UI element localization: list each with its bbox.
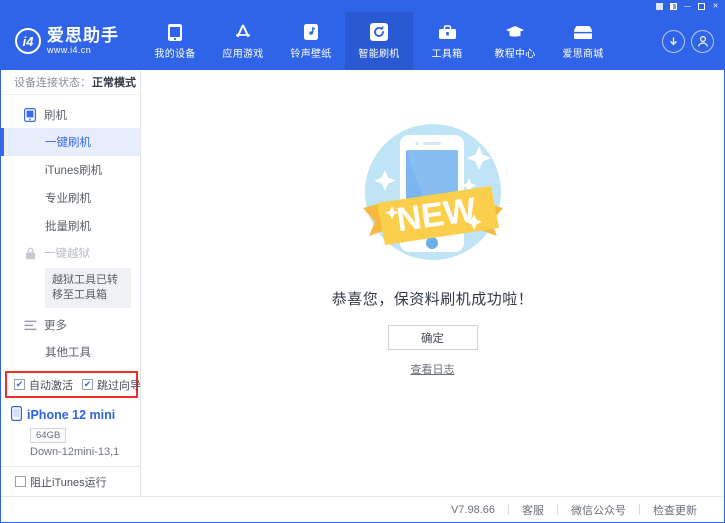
music-icon [301, 22, 321, 42]
sidebar-item-label: iTunes刷机 [45, 162, 102, 178]
nav-label: 工具箱 [432, 45, 463, 60]
user-icon[interactable] [691, 30, 714, 53]
main-content: NEW 恭喜您，保资料刷机成功啦！ 确定 查看日志 [141, 70, 724, 496]
option-label: 自动激活 [29, 377, 73, 393]
logo-url: www.i4.cn [47, 45, 119, 56]
phone-icon [165, 22, 185, 42]
jailbreak-tooltip: 越狱工具已转移至工具箱 [45, 268, 131, 308]
version-label: V7.98.66 [438, 504, 508, 516]
nav-item-apps-games[interactable]: 应用游戏 [209, 12, 277, 70]
nav-item-my-device[interactable]: 我的设备 [141, 12, 209, 70]
phone-icon [11, 406, 22, 424]
sidebar-item-download-firmware[interactable]: 下载固件 [1, 366, 140, 371]
title-bar: — ✕ [1, 1, 724, 12]
checkbox-skip-wizard[interactable]: ✔ [82, 379, 93, 390]
option-skip-wizard[interactable]: ✔ 跳过向导 [82, 377, 141, 393]
app-header: i4 爱思助手 www.i4.cn 我的设备 应用游戏 [1, 12, 724, 70]
logo-text: 爱思助手 www.i4.cn [47, 27, 119, 56]
sidebar-item-label: 批量刷机 [45, 218, 91, 234]
view-log-link[interactable]: 查看日志 [411, 361, 455, 377]
sidebar-item-label: 专业刷机 [45, 190, 91, 206]
appstore-icon [233, 22, 253, 42]
header-actions [662, 12, 724, 70]
connected-device-card[interactable]: iPhone 12 mini 64GB Down-12mini-13,1 [1, 400, 140, 467]
option-label: 跳过向导 [97, 377, 141, 393]
sidebar-item-pro-flash[interactable]: 专业刷机 [1, 184, 140, 212]
check-update-link[interactable]: 检查更新 [640, 502, 710, 518]
lock-icon [23, 246, 37, 260]
checkbox-block-itunes[interactable] [15, 476, 26, 487]
sidebar: 设备连接状态：正常模式 刷机 一键刷机 iTunes刷机 专业刷机 [1, 70, 141, 496]
minimize-icon[interactable]: — [683, 3, 692, 11]
sidebar-group-more[interactable]: 更多 [1, 312, 140, 338]
sidebar-item-itunes-flash[interactable]: iTunes刷机 [1, 156, 140, 184]
refresh-icon [369, 22, 389, 42]
download-icon[interactable] [662, 30, 685, 53]
new-phone-badge-illustration: NEW [343, 102, 523, 282]
layout-icon[interactable] [669, 3, 678, 11]
app-logo[interactable]: i4 爱思助手 www.i4.cn [1, 12, 141, 70]
connection-status-value: 正常模式 [92, 74, 136, 90]
wechat-link[interactable]: 微信公众号 [558, 502, 639, 518]
status-bar: V7.98.66 客服 微信公众号 检查更新 [1, 496, 724, 522]
nav-label: 爱思商城 [562, 45, 603, 60]
option-auto-activate[interactable]: ✔ 自动激活 [14, 377, 73, 393]
device-title: iPhone 12 mini [11, 406, 140, 424]
sidebar-group-flash[interactable]: 刷机 [1, 102, 140, 128]
nav-item-smart-flash[interactable]: 智能刷机 [345, 12, 413, 70]
connection-status: 设备连接状态：正常模式 [1, 70, 140, 95]
option-block-itunes[interactable]: 阻止iTunes运行 [15, 474, 107, 490]
nav-item-store[interactable]: 爱思商城 [549, 12, 617, 70]
window-controls: — ✕ [655, 3, 720, 11]
nav-item-toolbox[interactable]: 工具箱 [413, 12, 481, 70]
sidebar-item-other-tools[interactable]: 其他工具 [1, 338, 140, 366]
sidebar-scroll: 刷机 一键刷机 iTunes刷机 专业刷机 批量刷机 [1, 95, 140, 371]
sidebar-item-label: 一键刷机 [45, 134, 91, 150]
list-icon [23, 318, 37, 332]
nav-label: 应用游戏 [222, 45, 263, 60]
main-navigation: 我的设备 应用游戏 铃声壁纸 智能刷机 [141, 12, 662, 70]
device-capacity: 64GB [30, 428, 66, 443]
nav-item-ringtones-wallpapers[interactable]: 铃声壁纸 [277, 12, 345, 70]
sidebar-item-label: 一键越狱 [44, 245, 90, 261]
nav-label: 铃声壁纸 [290, 45, 331, 60]
graduation-icon [505, 22, 525, 42]
checkbox-auto-activate[interactable]: ✔ [14, 379, 25, 390]
customer-service-link[interactable]: 客服 [509, 502, 557, 518]
nav-label: 智能刷机 [358, 45, 399, 60]
connection-status-label: 设备连接状态： [14, 74, 91, 90]
device-identifier: Down-12mini-13,1 [30, 446, 140, 458]
shop-icon [573, 22, 593, 42]
confirm-button[interactable]: 确定 [388, 325, 478, 350]
sidebar-item-label: 其他工具 [45, 344, 91, 360]
sidebar-item-one-key-flash[interactable]: 一键刷机 [1, 128, 140, 156]
logo-name: 爱思助手 [47, 27, 119, 45]
nav-item-tutorials[interactable]: 教程中心 [481, 12, 549, 70]
sidebar-item-batch-flash[interactable]: 批量刷机 [1, 212, 140, 240]
sidebar-group-label: 刷机 [44, 107, 67, 123]
nav-label: 我的设备 [154, 45, 195, 60]
sidebar-item-jailbreak: 一键越狱 [1, 240, 140, 266]
device-name: iPhone 12 mini [27, 408, 115, 422]
success-message: 恭喜您，保资料刷机成功啦！ [332, 288, 534, 309]
pin-icon[interactable] [655, 3, 664, 11]
option-label: 阻止iTunes运行 [30, 474, 107, 490]
close-icon[interactable]: ✕ [711, 3, 720, 11]
sidebar-group-label: 更多 [44, 317, 67, 333]
flash-phone-icon [23, 108, 37, 122]
logo-mark-icon: i4 [15, 28, 41, 54]
nav-label: 教程中心 [494, 45, 535, 60]
application-window: — ✕ i4 爱思助手 www.i4.cn 我的设备 [0, 0, 725, 523]
flash-options-highlight: ✔ 自动激活 ✔ 跳过向导 [5, 371, 138, 398]
sidebar-footer: 阻止iTunes运行 [1, 467, 140, 496]
app-body: 设备连接状态：正常模式 刷机 一键刷机 iTunes刷机 专业刷机 [1, 70, 724, 496]
maximize-icon[interactable] [697, 3, 706, 11]
toolbox-icon [437, 22, 457, 42]
